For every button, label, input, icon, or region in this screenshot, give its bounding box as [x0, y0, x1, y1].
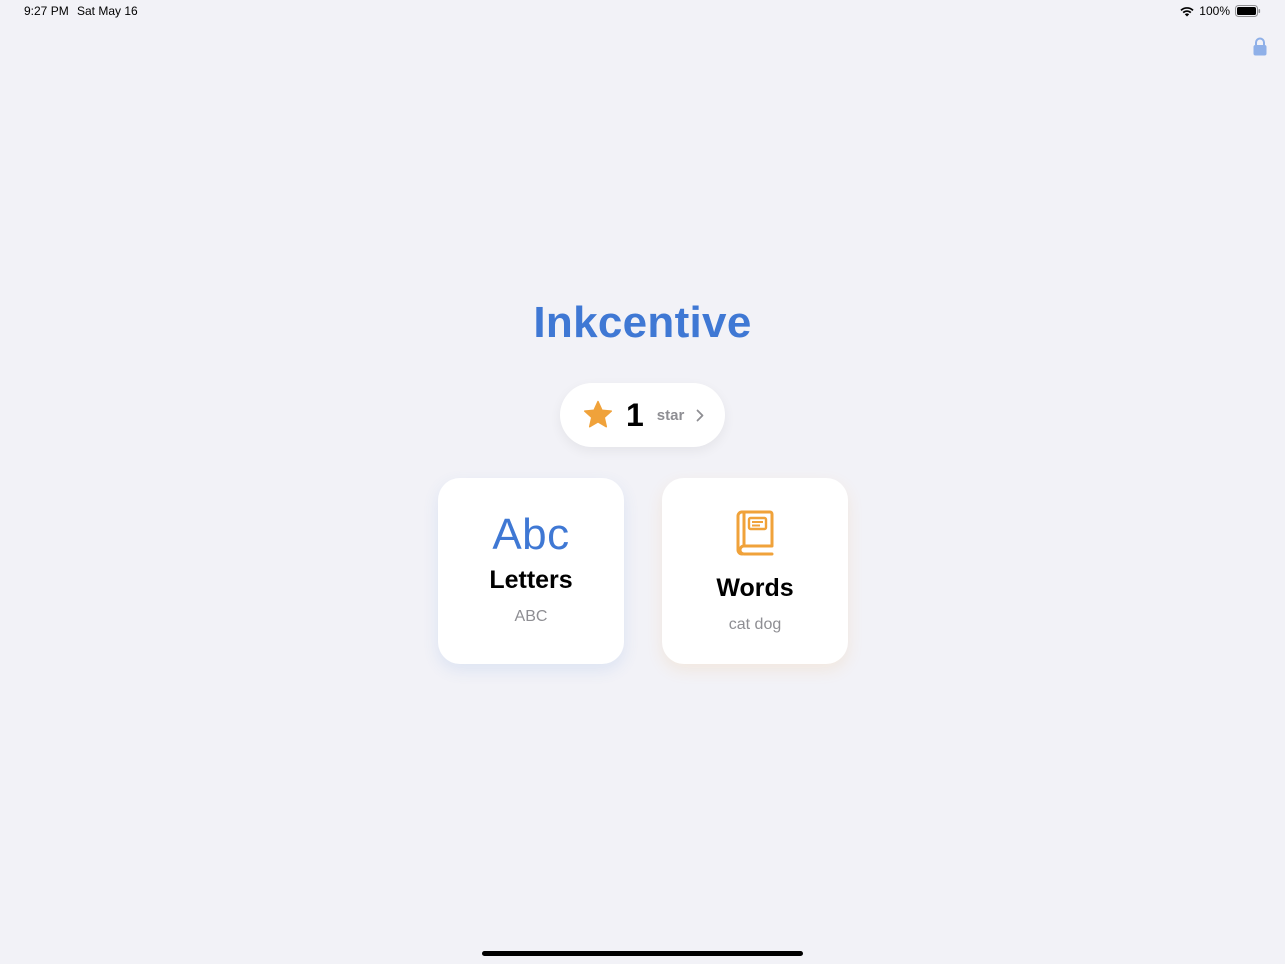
- words-title: Words: [716, 574, 794, 602]
- abc-icon: Abc: [492, 510, 570, 559]
- status-bar: 9:27 PM Sat May 16 100%: [0, 0, 1285, 24]
- status-date: Sat May 16: [77, 4, 138, 18]
- letters-card[interactable]: Abc Letters ABC: [438, 478, 624, 664]
- chevron-right-icon: [684, 409, 704, 422]
- lock-button[interactable]: [1251, 37, 1269, 61]
- status-time: 9:27 PM: [24, 4, 69, 18]
- home-indicator[interactable]: [482, 951, 803, 956]
- star-label: star: [656, 406, 685, 424]
- letters-title: Letters: [489, 566, 573, 594]
- lock-icon: [1253, 37, 1267, 61]
- words-card[interactable]: Words cat dog: [662, 478, 848, 664]
- letters-subtitle: ABC: [514, 608, 548, 625]
- wifi-icon: [1180, 6, 1194, 17]
- home-screen: 9:27 PM Sat May 16 100% Inkcentive 1 sta…: [0, 0, 1285, 964]
- star-count: 1: [626, 396, 644, 433]
- stars-button[interactable]: 1 star: [560, 383, 725, 447]
- words-subtitle: cat dog: [728, 616, 782, 633]
- star-icon: [583, 400, 613, 430]
- status-right: 100%: [1180, 4, 1261, 18]
- battery-percent: 100%: [1199, 4, 1230, 18]
- app-title: Inkcentive: [533, 298, 752, 347]
- battery-icon: [1235, 5, 1261, 17]
